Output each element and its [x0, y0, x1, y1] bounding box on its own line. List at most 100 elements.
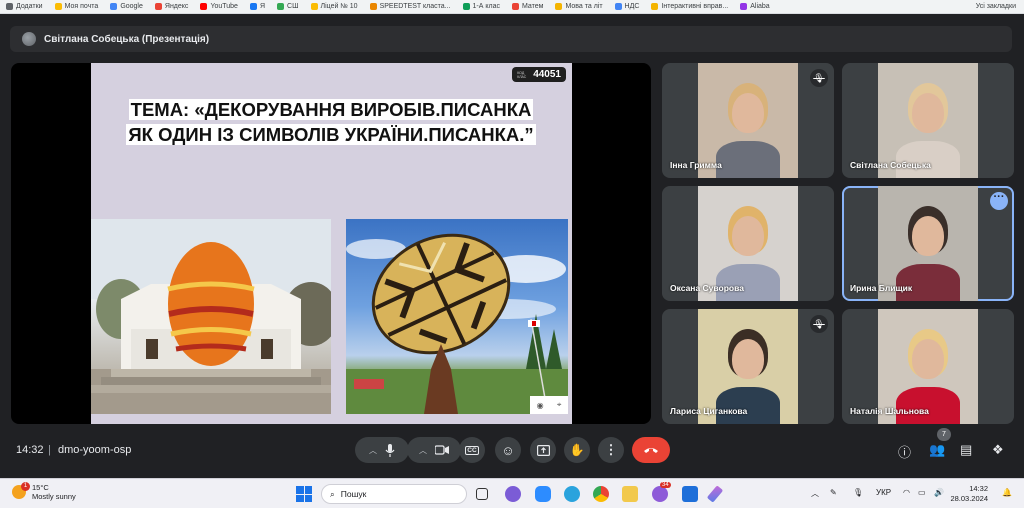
bookmark-label: Я — [259, 3, 266, 10]
volume-icon[interactable]: 🔊 — [934, 488, 944, 497]
taskbar-clock[interactable]: 14:32 28.03.2024 — [950, 484, 988, 504]
bookmark-item[interactable]: YouTube — [194, 3, 244, 10]
class-code-value: 44051 — [533, 69, 561, 80]
captions-button[interactable]: CC — [459, 437, 485, 463]
chat-icon[interactable]: ▤ — [960, 442, 972, 458]
class-code-label: КОД КЛАС — [517, 70, 527, 79]
zoom-icon[interactable] — [535, 486, 551, 502]
search-icon: ⌕ — [330, 488, 335, 499]
bookmark-item[interactable]: Мова та літ — [549, 3, 608, 10]
slide-title: ТЕМА: «ДЕКОРУВАННЯ ВИРОБІВ.ПИСАНКА ЯК ОД… — [111, 97, 551, 147]
bookmark-favicon-icon — [277, 3, 285, 10]
participant-tile[interactable]: Ирина Блищик ··· — [842, 186, 1014, 301]
eye-icon[interactable]: ◉ — [537, 401, 544, 410]
tray-overflow-icon[interactable]: ︿ — [811, 488, 819, 499]
chevron-up-icon[interactable]: ︿ — [369, 445, 377, 456]
weather-temp: 15°C — [32, 483, 49, 492]
presentation-stage[interactable]: КОД КЛАС 44051 ТЕМА: «ДЕКОРУВАННЯ ВИРОБІ… — [11, 63, 651, 424]
vegreville-pysanka-photo: ◉ ⌖ — [346, 219, 568, 414]
bookmark-label: Ліцей № 10 — [320, 3, 358, 10]
bookmark-favicon-icon — [200, 3, 208, 10]
participant-tile[interactable]: Наталія Шальнова — [842, 309, 1014, 424]
bookmark-favicon-icon — [6, 3, 13, 10]
clock-date: 28.03.2024 — [950, 494, 988, 503]
meeting-time: 14:32 — [16, 444, 44, 456]
bookmark-label: СШ — [287, 3, 299, 10]
participant-tile[interactable]: Оксана Суворова — [662, 186, 834, 301]
language-indicator[interactable]: УКР — [876, 488, 891, 497]
end-call-button[interactable] — [632, 437, 670, 463]
activities-icon[interactable]: ❖ — [992, 442, 1004, 458]
participant-name: Оксана Суворова — [670, 283, 744, 293]
participant-name: Світлана Собецька — [850, 160, 931, 170]
telegram-icon[interactable] — [564, 486, 580, 502]
search-placeholder: Пошук — [340, 489, 367, 499]
pin-icon[interactable]: ⌖ — [557, 400, 562, 410]
bookmark-item[interactable]: SPEEDTEST класта... — [364, 3, 457, 10]
bookmark-item[interactable]: Інтерактивні вправ... — [645, 3, 734, 10]
present-button[interactable] — [530, 437, 556, 463]
bookmark-item[interactable]: СШ — [271, 3, 304, 10]
chrome-icon[interactable] — [593, 486, 609, 502]
raise-hand-icon: ✋ — [569, 443, 585, 457]
presentation-title: Світлана Собецька (Презентація) — [44, 33, 210, 45]
participant-tile[interactable]: Лариса Циганкова 🎙 — [662, 309, 834, 424]
weather-widget[interactable]: 1 15°C Mostly sunny — [12, 482, 76, 501]
participant-name: Ирина Блищик — [850, 283, 913, 293]
participant-name: Наталія Шальнова — [850, 406, 929, 416]
slide-title-line1: ТЕМА: «ДЕКОРУВАННЯ ВИРОБІВ.ПИСАНКА — [128, 99, 534, 120]
tile-options-icon[interactable]: ··· — [990, 192, 1008, 210]
windows-taskbar: 1 15°C Mostly sunny ⌕ Пошук 34 ︿ ✎ 🎙 УКР… — [0, 478, 1024, 508]
bookmark-item[interactable]: Google — [104, 3, 149, 10]
bookmark-item[interactable]: Ліцей № 10 — [305, 3, 364, 10]
emoji-button[interactable]: ☺ — [495, 437, 521, 463]
camera-icon — [435, 445, 449, 455]
participant-tile[interactable]: Інна Гримма 🎙 — [662, 63, 834, 178]
presenter-avatar — [22, 32, 36, 46]
wifi-icon[interactable]: ◠ — [903, 488, 910, 497]
more-options-button[interactable]: ⋮ — [598, 437, 624, 463]
people-icon[interactable]: 👥 — [929, 442, 945, 458]
weather-condition: Mostly sunny — [32, 492, 76, 501]
participant-name: Інна Гримма — [670, 160, 722, 170]
teams-icon[interactable] — [505, 486, 521, 502]
camera-button[interactable]: ︿ — [407, 437, 461, 463]
all-bookmarks[interactable]: Усі закладки — [970, 3, 1024, 10]
bookmark-favicon-icon — [310, 3, 318, 10]
notifications-icon[interactable]: 🔔 — [1002, 488, 1012, 497]
task-view-icon[interactable] — [476, 488, 488, 500]
bookmark-item[interactable]: 1-А клас — [457, 3, 506, 10]
store-icon[interactable] — [682, 486, 698, 502]
pen-icon[interactable] — [706, 485, 724, 503]
bookmark-item[interactable]: НДС — [609, 3, 646, 10]
more-vert-icon: ⋮ — [604, 442, 618, 457]
mic-tray-icon[interactable]: 🎙 — [853, 488, 863, 497]
bookmark-label: Aliaba — [750, 3, 770, 10]
meeting-controls: 14:32 | dmo-yoom-osp ︿ ︿ CC ☺ ✋ ⋮ ⓘ 👥 ▤ … — [0, 432, 1024, 468]
raise-hand-button[interactable]: ✋ — [564, 437, 590, 463]
battery-icon[interactable]: ▭ — [918, 488, 926, 497]
windows-start-icon[interactable] — [296, 486, 312, 502]
bookmark-label: Моя почта — [64, 3, 99, 10]
bookmark-label: YouTube — [210, 3, 238, 10]
taskbar-search[interactable]: ⌕ Пошук — [321, 484, 467, 504]
bookmark-item[interactable]: Aliaba — [734, 3, 775, 10]
bookmark-favicon-icon — [462, 3, 470, 10]
viber-icon[interactable] — [652, 486, 668, 502]
bookmark-item[interactable]: Я — [244, 3, 271, 10]
bookmark-label: Google — [120, 3, 143, 10]
slide-title-line2: ЯК ОДИН ІЗ СИМВОЛІВ УКРАЇНИ.ПИСАНКА.” — [126, 124, 536, 145]
pen-tray-icon[interactable]: ✎ — [830, 488, 837, 497]
file-explorer-icon[interactable] — [622, 486, 638, 502]
meeting-info-icon[interactable]: ⓘ — [898, 442, 911, 461]
bookmark-item[interactable]: Матем — [506, 3, 549, 10]
bookmark-label: Додатки — [16, 3, 43, 10]
zoom-controls[interactable]: ◉ ⌖ — [530, 396, 568, 414]
bookmark-item[interactable]: Додатки — [0, 3, 49, 10]
microphone-button[interactable]: ︿ — [355, 437, 409, 463]
bookmark-item[interactable]: Моя почта — [49, 3, 105, 10]
bookmark-item[interactable]: Яндекс — [149, 3, 195, 10]
chevron-up-icon[interactable]: ︿ — [419, 445, 427, 456]
participant-name: Лариса Циганкова — [670, 406, 748, 416]
participant-tile[interactable]: Світлана Собецька — [842, 63, 1014, 178]
